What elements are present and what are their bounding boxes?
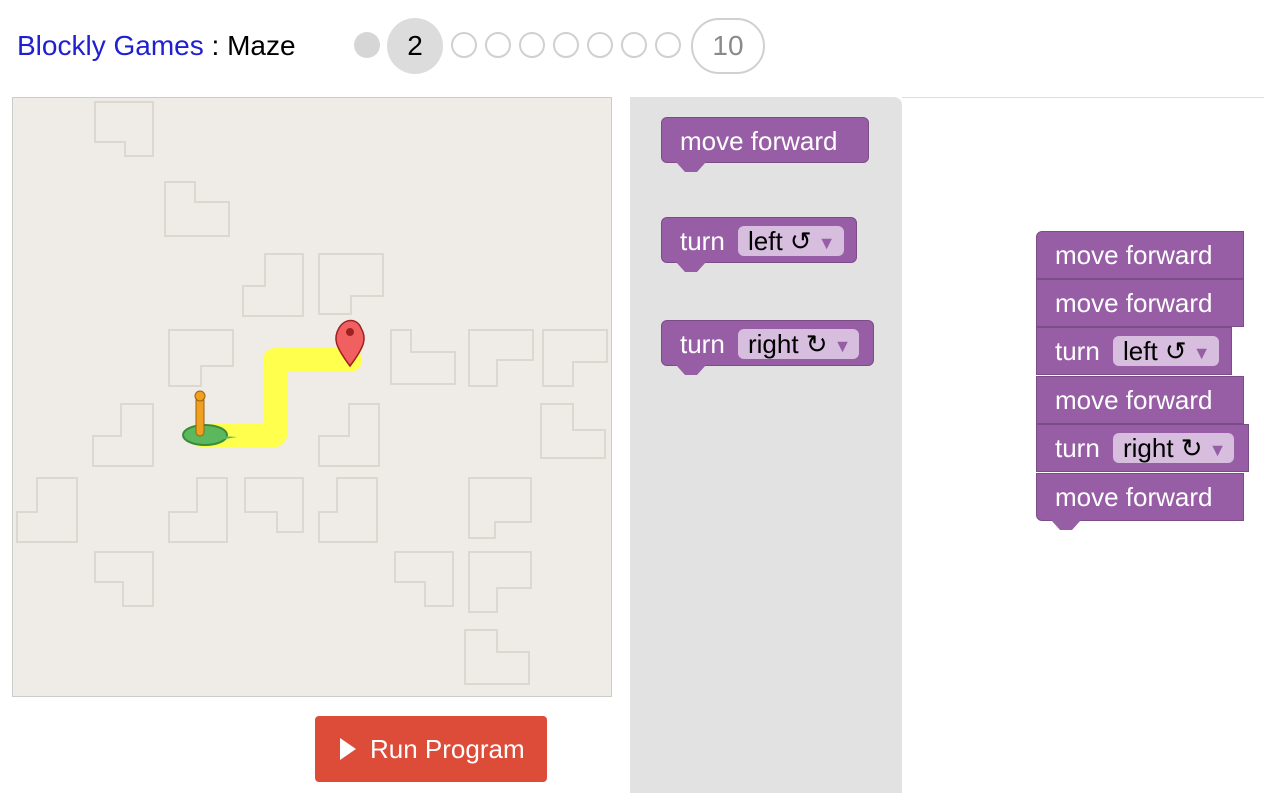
program-block-move-forward[interactable]: move forward (1036, 473, 1244, 530)
play-icon (340, 738, 356, 760)
level-9-dot[interactable] (655, 32, 681, 58)
block-label: turn (1055, 433, 1100, 463)
level-1-dot[interactable] (354, 32, 380, 58)
block-label: turn (1055, 336, 1100, 366)
block-label: move forward (1055, 288, 1213, 318)
block-label: turn (680, 329, 725, 359)
level-6-dot[interactable] (553, 32, 579, 58)
program-block-turn-left[interactable]: turn left ↺ ▼ (1036, 327, 1232, 375)
block-label: move forward (680, 126, 838, 156)
maze-board (12, 97, 612, 697)
maze-graphic (16, 101, 608, 685)
level-5-dot[interactable] (519, 32, 545, 58)
run-program-label: Run Program (370, 734, 525, 764)
level-4-dot[interactable] (485, 32, 511, 58)
blockly-toolbox (630, 97, 902, 793)
level-3-dot[interactable] (451, 32, 477, 58)
level-8-dot[interactable] (621, 32, 647, 58)
block-label: move forward (1055, 385, 1213, 415)
toolbox-turn-right-block[interactable]: turn right ↻ ▼ (661, 320, 874, 375)
block-label: move forward (1055, 482, 1213, 512)
dropdown-arrow-icon: ▼ (817, 233, 836, 254)
workspace-divider (902, 97, 1264, 98)
maze-path (189, 348, 362, 447)
level-7-dot[interactable] (587, 32, 613, 58)
game-header: Blockly Games : Maze (17, 28, 296, 64)
program-block-turn-right[interactable]: turn right ↻ ▼ (1036, 424, 1249, 472)
program-block-move-forward[interactable]: move forward (1036, 231, 1244, 279)
block-label: move forward (1055, 240, 1213, 270)
level-last[interactable]: 10 (691, 18, 765, 74)
toolbox-turn-left-block[interactable]: turn left ↺ ▼ (661, 217, 857, 272)
program-block-move-forward[interactable]: move forward (1036, 376, 1244, 424)
run-program-button[interactable]: Run Program (315, 716, 547, 782)
blockly-games-link[interactable]: Blockly Games (17, 30, 204, 61)
title-separator: : (203, 30, 228, 61)
game-title: Maze (227, 30, 296, 61)
maze-decor-tiles (16, 101, 608, 685)
level-current[interactable]: 2 (387, 18, 443, 74)
direction-dropdown[interactable]: right ↻ ▼ (738, 329, 860, 359)
dropdown-arrow-icon: ▼ (1208, 440, 1227, 461)
block-label: turn (680, 226, 725, 256)
program-block-move-forward[interactable]: move forward (1036, 279, 1244, 327)
pegman-icon (194, 390, 206, 437)
dropdown-arrow-icon: ▼ (833, 336, 852, 357)
direction-dropdown[interactable]: left ↺ ▼ (1113, 336, 1219, 366)
block-notch (1051, 520, 1081, 530)
dropdown-arrow-icon: ▼ (1192, 343, 1211, 364)
direction-dropdown[interactable]: right ↻ ▼ (1113, 433, 1235, 463)
toolbox-move-forward-block[interactable]: move forward (661, 117, 869, 172)
direction-dropdown[interactable]: left ↺ ▼ (738, 226, 844, 256)
